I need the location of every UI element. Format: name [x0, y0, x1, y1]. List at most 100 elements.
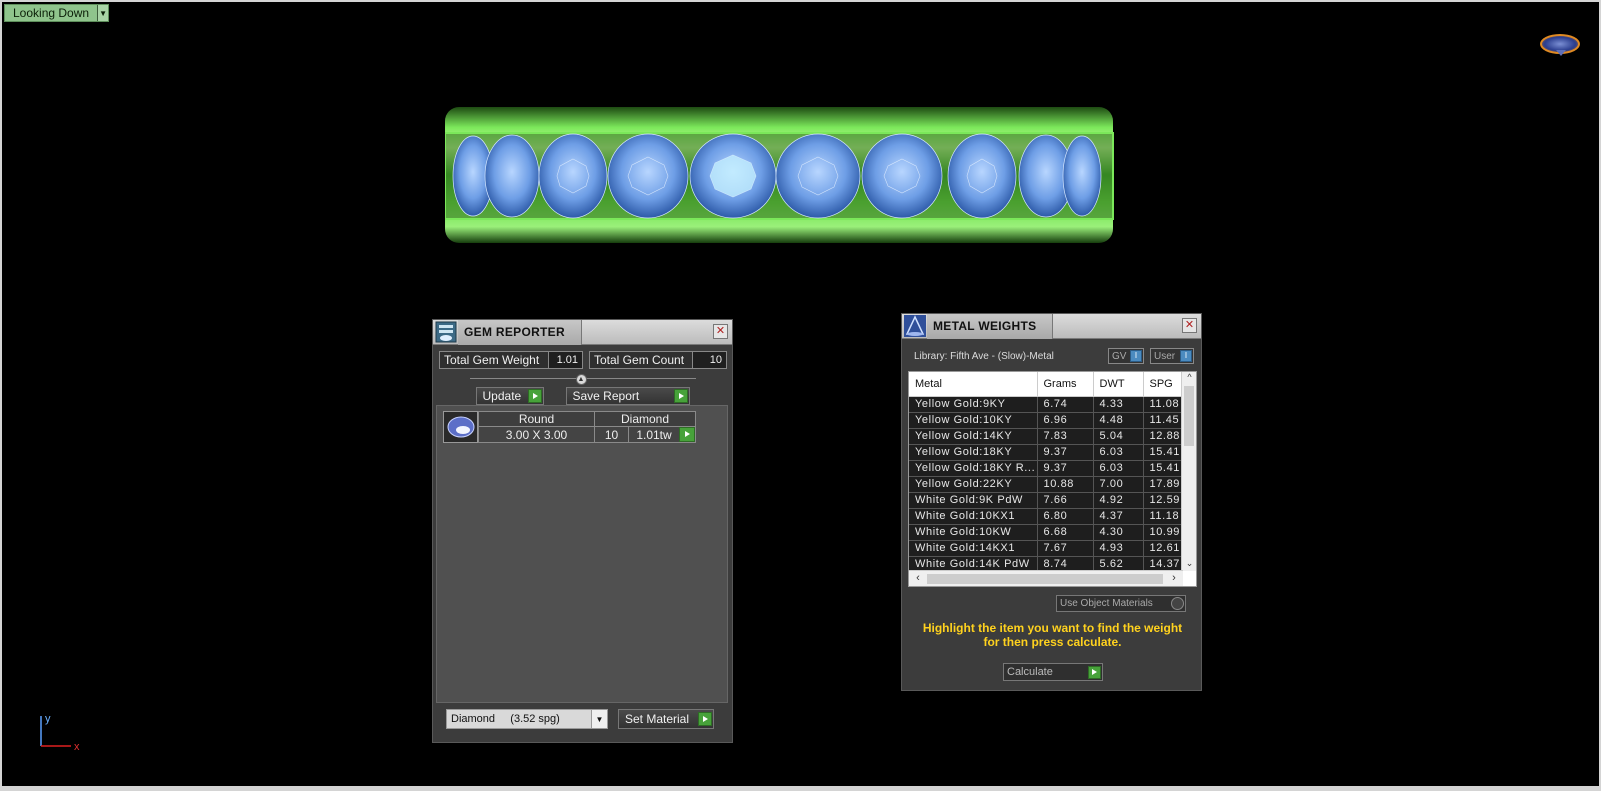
use-object-materials-label: Use Object Materials: [1060, 598, 1153, 609]
metal-table[interactable]: Metal Grams DWT SPG Yellow Gold:9KY 6.74 4.33…: [908, 371, 1197, 587]
metal-weights-panel: METAL WEIGHTS ✕ Library: Fifth Ave - (Sl…: [901, 313, 1202, 691]
table-cell: 15.41: [1143, 460, 1182, 477]
table-cell: White Gold:14KX1: [909, 540, 1038, 557]
table-cell: 17.89: [1143, 476, 1182, 493]
metal-weights-titlebar[interactable]: METAL WEIGHTS ✕: [902, 313, 1201, 339]
metal-table-horizontal-scrollbar[interactable]: ‹ ›: [909, 570, 1183, 586]
chevron-down-icon[interactable]: ▼: [97, 5, 109, 21]
table-cell: 6.03: [1093, 460, 1144, 477]
chevron-up-icon[interactable]: ^: [1182, 372, 1196, 385]
ring-model[interactable]: [445, 107, 1125, 247]
chevron-left-icon[interactable]: ‹: [911, 572, 925, 586]
total-gem-count-value: 10: [692, 352, 726, 368]
metal-table-column-header[interactable]: SPG: [1143, 372, 1182, 397]
gem-reporter-title: GEM REPORTER: [458, 319, 582, 345]
table-row[interactable]: Yellow Gold:10KY 6.96 4.48 11.45: [909, 412, 1182, 429]
table-cell: 12.61: [1143, 540, 1182, 557]
table-cell: Yellow Gold:9KY: [909, 396, 1038, 413]
material-select[interactable]: Diamond (3.52 spg) ▼: [446, 709, 608, 729]
table-cell: 6.80: [1037, 508, 1094, 525]
gv-toggle[interactable]: GV I: [1108, 348, 1144, 364]
save-report-button[interactable]: Save Report: [565, 387, 690, 405]
table-cell: 15.41: [1143, 444, 1182, 461]
scrollbar-thumb[interactable]: [927, 574, 1163, 584]
chevron-down-icon[interactable]: ⌄: [1182, 558, 1196, 571]
chevron-right-icon[interactable]: ›: [1167, 572, 1181, 586]
table-cell: 10.99: [1143, 524, 1182, 541]
table-cell: 6.96: [1037, 412, 1094, 429]
table-row[interactable]: White Gold:14KX1 7.67 4.93 12.61: [909, 540, 1182, 557]
gem-reporter-close-button[interactable]: ✕: [713, 324, 728, 339]
gem-reporter-panel: GEM REPORTER ✕ Total Gem Weight 1.01 Tot…: [432, 319, 733, 743]
table-cell: 4.30: [1093, 524, 1144, 541]
table-row[interactable]: Yellow Gold:14KY 7.83 5.04 12.88: [909, 428, 1182, 445]
gem-list[interactable]: Round Diamond 3.00 X 3.00 10 1.01tw: [436, 405, 728, 703]
table-row[interactable]: Yellow Gold:18KY 9.37 6.03 15.41: [909, 444, 1182, 461]
table-row[interactable]: White Gold:9K PdW 7.66 4.92 12.59: [909, 492, 1182, 509]
metal-table-column-header[interactable]: Grams: [1037, 372, 1094, 397]
view-label-text: Looking Down: [13, 6, 90, 20]
chevron-down-icon[interactable]: ▼: [591, 710, 607, 728]
axis-x-label: x: [74, 741, 80, 750]
table-cell: Yellow Gold:18KY R...: [909, 460, 1038, 477]
calculate-button[interactable]: Calculate: [1003, 663, 1103, 681]
total-gem-weight-label: Total Gem Weight: [444, 353, 540, 367]
metal-table-column-header[interactable]: DWT: [1093, 372, 1144, 397]
table-cell: White Gold:9K PdW: [909, 492, 1038, 509]
use-object-materials-option[interactable]: Use Object Materials: [1056, 595, 1186, 612]
user-toggle[interactable]: User I: [1150, 348, 1194, 364]
gv-toggle-label: GV: [1112, 350, 1127, 362]
table-row[interactable]: White Gold:10KX1 6.80 4.37 11.18: [909, 508, 1182, 525]
view-selector[interactable]: Looking Down ▼: [4, 4, 110, 22]
total-gem-weight-field: Total Gem Weight 1.01: [439, 351, 583, 369]
chevron-up-icon[interactable]: ▲: [575, 374, 587, 385]
metal-weights-close-button[interactable]: ✕: [1182, 318, 1197, 333]
metal-table-column-header[interactable]: Metal: [909, 372, 1038, 397]
play-arrow-icon: [1088, 665, 1101, 679]
table-row[interactable]: Yellow Gold:18KY R... 9.37 6.03 15.41: [909, 460, 1182, 477]
table-cell: 6.74: [1037, 396, 1094, 413]
table-row[interactable]: Yellow Gold:22KY 10.88 7.00 17.89: [909, 476, 1182, 493]
table-cell: 4.93: [1093, 540, 1144, 557]
set-material-button-label: Set Material: [625, 712, 690, 726]
metal-library-label: Library: Fifth Ave - (Slow)-Metal: [914, 350, 1054, 362]
update-button[interactable]: Update: [475, 387, 544, 405]
table-cell: 7.00: [1093, 476, 1144, 493]
gem-detail-arrow-button[interactable]: [679, 427, 695, 442]
table-cell: Yellow Gold:22KY: [909, 476, 1038, 493]
table-cell: 4.37: [1093, 508, 1144, 525]
play-arrow-icon: [698, 712, 712, 726]
panel-splitter[interactable]: ▲: [469, 374, 696, 385]
table-cell: 11.18: [1143, 508, 1182, 525]
material-select-value: Diamond (3.52 spg): [451, 713, 560, 725]
toggle-switch-icon: I: [1180, 350, 1192, 362]
table-cell: 4.33: [1093, 396, 1144, 413]
gem-reporter-titlebar[interactable]: GEM REPORTER ✕: [433, 319, 732, 345]
table-cell: 9.37: [1037, 460, 1094, 477]
gem-weight: 1.01tw: [636, 427, 672, 442]
set-material-button[interactable]: Set Material: [618, 709, 714, 729]
scrollbar-thumb[interactable]: [1184, 386, 1194, 446]
list-item[interactable]: Round Diamond 3.00 X 3.00 10 1.01tw: [443, 411, 696, 443]
metal-table-vertical-scrollbar[interactable]: ^ ⌄: [1181, 372, 1196, 571]
gem-material: Diamond: [594, 411, 696, 427]
gem-count: 10: [594, 426, 629, 443]
total-gem-count-label: Total Gem Count: [594, 353, 685, 367]
table-row[interactable]: Yellow Gold:9KY 6.74 4.33 11.08: [909, 396, 1182, 413]
table-cell: 4.48: [1093, 412, 1144, 429]
table-cell: 12.88: [1143, 428, 1182, 445]
table-cell: White Gold:10KW: [909, 524, 1038, 541]
total-gem-count-field: Total Gem Count 10: [589, 351, 727, 369]
radio-button-icon[interactable]: [1171, 597, 1184, 610]
round-diamond-icon: [443, 411, 478, 443]
update-button-label: Update: [482, 389, 522, 403]
calculate-hint-line-1: Highlight the item you want to find the …: [922, 621, 1183, 635]
table-cell: 11.08: [1143, 396, 1182, 413]
navigation-cube-icon[interactable]: [1540, 34, 1580, 54]
3d-viewport[interactable]: Looking Down ▼ y x: [2, 2, 1599, 786]
table-cell: White Gold:10KX1: [909, 508, 1038, 525]
table-cell: Yellow Gold:18KY: [909, 444, 1038, 461]
table-cell: Yellow Gold:14KY: [909, 428, 1038, 445]
save-report-button-label: Save Report: [572, 389, 640, 403]
table-row[interactable]: White Gold:10KW 6.68 4.30 10.99: [909, 524, 1182, 541]
